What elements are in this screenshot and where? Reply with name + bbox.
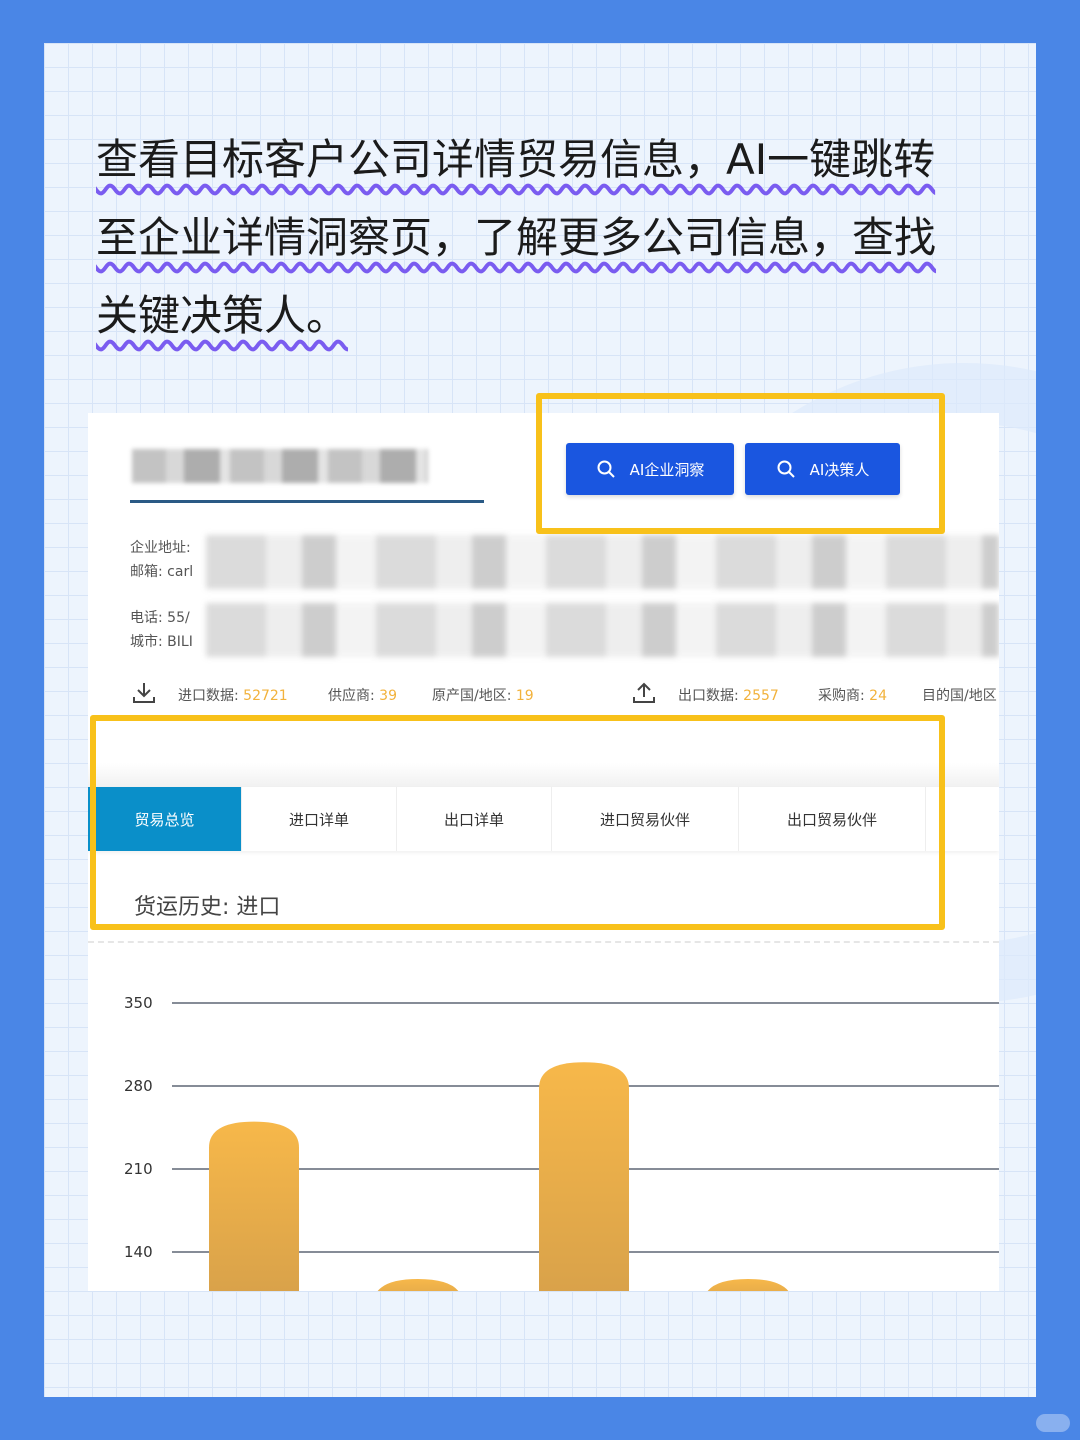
origin-value: 19 (515, 688, 534, 704)
export-label: 出口数据: (678, 688, 739, 704)
import-label: 进口数据: (178, 688, 239, 704)
supplier-value: 39 (379, 688, 397, 704)
phone-value: 55/ (167, 610, 190, 626)
download-icon (133, 683, 155, 703)
city-value: BILI (167, 634, 193, 650)
y-tick-label: 140 (124, 1243, 153, 1261)
headline-line-1: 查看目标客户公司详情贸易信息，AI一键跳转 (96, 135, 936, 184)
address-email-redacted (206, 535, 999, 589)
headline-line-3: 关键决策人。 (96, 291, 349, 340)
address-row: 企业地址: (130, 537, 191, 557)
supplier-label: 供应商: (328, 688, 375, 704)
address-label: 企业地址: (130, 540, 191, 556)
city-row: 城市: BILI (130, 631, 193, 651)
email-row: 邮箱: carl (130, 561, 193, 581)
trade-stats: 进口数据: 52721 供应商: 39 原产国/地区: 19 出口数据: 255… (130, 679, 999, 709)
dashed-divider (88, 941, 999, 943)
origin-stat: 原产国/地区: 19 (432, 685, 534, 705)
email-label: 邮箱: (130, 564, 163, 580)
city-label: 城市: (130, 634, 163, 650)
chart-bar (539, 1062, 629, 1291)
chart-bar (703, 1279, 793, 1291)
phone-label: 电话: (130, 610, 163, 626)
origin-label: 原产国/地区: (432, 688, 512, 704)
watermark (1036, 1414, 1070, 1432)
y-tick-label: 280 (124, 1077, 153, 1095)
destination-label: 目的国/地区 (922, 688, 997, 704)
export-value: 2557 (743, 688, 779, 704)
chart-bar (373, 1279, 463, 1291)
phone-city-redacted (206, 603, 999, 657)
buyer-label: 采购商: (818, 688, 865, 704)
highlight-box-ai-buttons (536, 393, 945, 534)
content-card: 查看目标客户公司详情贸易信息，AI一键跳转 至企业详情洞察页，了解更多公司信息，… (44, 43, 1036, 1397)
email-value: carl (167, 564, 194, 580)
company-name-redacted (132, 449, 428, 483)
headline: 查看目标客户公司详情贸易信息，AI一键跳转 至企业详情洞察页，了解更多公司信息，… (96, 121, 996, 355)
import-value: 52721 (243, 688, 288, 704)
shipment-history-chart: 350 280 210 140 (124, 994, 999, 1291)
supplier-stat: 供应商: 39 (328, 685, 397, 705)
headline-line-2: 至企业详情洞察页，了解更多公司信息，查找 (96, 213, 937, 262)
buyer-stat: 采购商: 24 (818, 685, 887, 705)
y-tick-label: 210 (124, 1160, 153, 1178)
import-stat: 进口数据: 52721 (178, 685, 288, 705)
destination-stat: 目的国/地区 (922, 685, 997, 705)
upload-icon (633, 682, 655, 703)
chart-bar (209, 1121, 299, 1291)
highlight-box-tabs (90, 715, 945, 930)
y-tick-label: 350 (124, 994, 153, 1012)
buyer-value: 24 (869, 688, 887, 704)
phone-row: 电话: 55/ (130, 607, 190, 627)
export-stat: 出口数据: 2557 (678, 685, 779, 705)
company-name-underline (130, 500, 484, 503)
